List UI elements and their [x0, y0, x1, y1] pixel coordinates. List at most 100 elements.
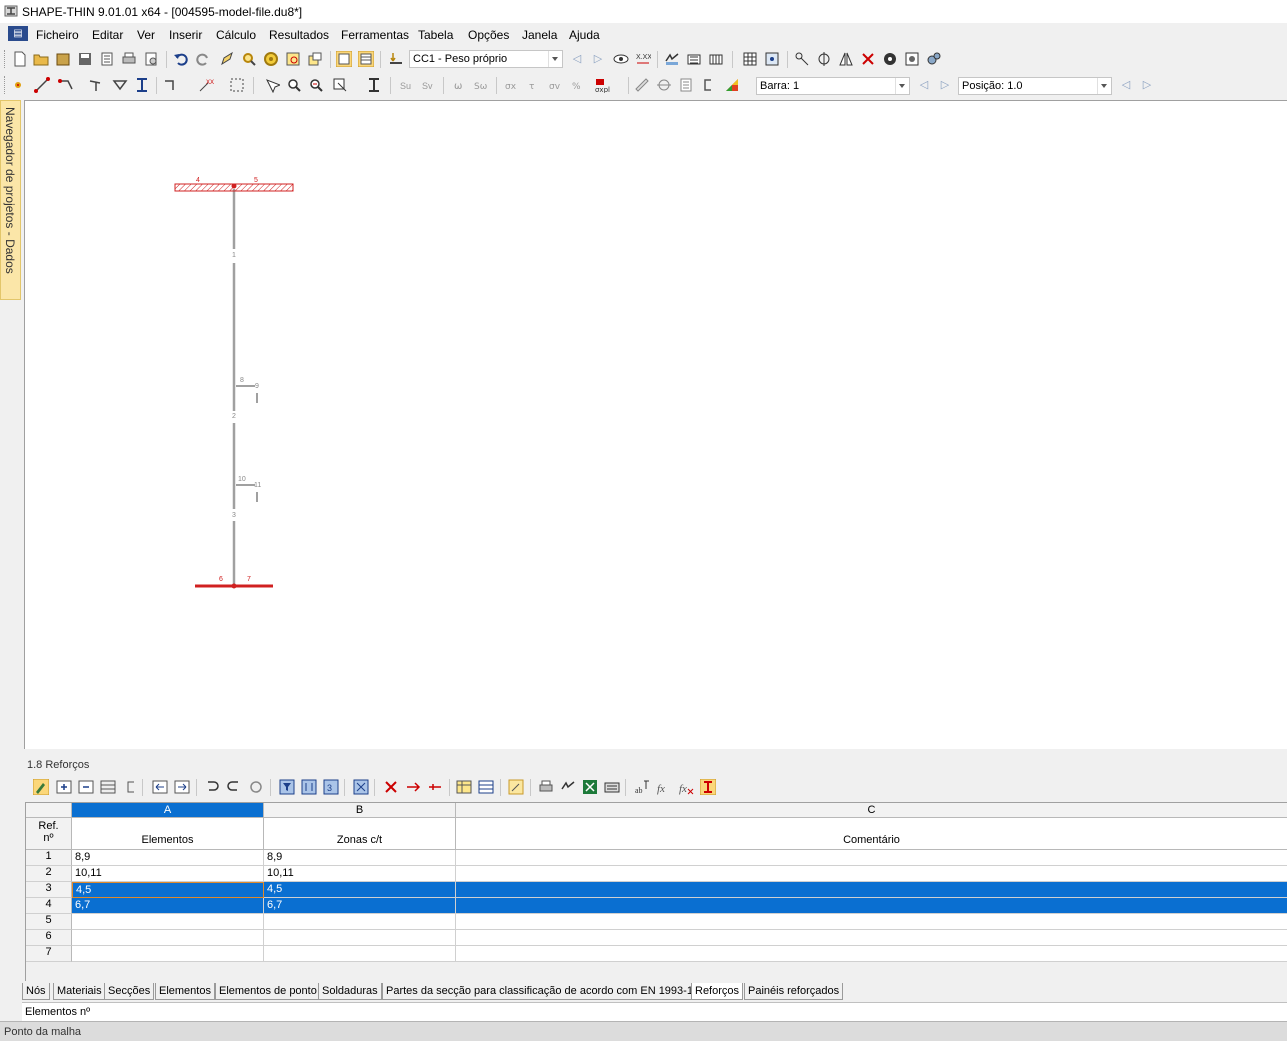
print-graphic-icon[interactable] [143, 51, 159, 67]
tab-reforcos[interactable]: Reforços [691, 983, 744, 1000]
column-header-zonas[interactable]: Zonas c/t [264, 818, 456, 850]
polyline-icon[interactable] [58, 77, 74, 93]
search-icon[interactable] [241, 51, 257, 67]
cell-comentario[interactable] [456, 914, 1287, 930]
redo-icon[interactable] [195, 51, 211, 67]
filter-icon[interactable] [279, 779, 295, 795]
chevron-down-icon[interactable] [548, 51, 562, 67]
toolbar-grip[interactable] [4, 50, 8, 68]
previous-load-case-icon[interactable]: ◁ [571, 52, 583, 66]
windows-icon[interactable] [307, 51, 323, 67]
node-icon[interactable] [10, 77, 26, 93]
sigma-v-icon[interactable]: σv [548, 77, 564, 93]
new-file-icon[interactable] [12, 51, 28, 67]
row-number[interactable]: 1 [26, 850, 72, 866]
mesh-icon[interactable] [742, 51, 758, 67]
centroid-icon[interactable] [656, 77, 672, 93]
snap-icon[interactable] [794, 51, 810, 67]
render-icon[interactable] [882, 51, 898, 67]
tab-seccoes[interactable]: Secções [104, 983, 155, 1000]
tau-icon[interactable]: τ [526, 77, 542, 93]
su-icon[interactable]: Su [398, 77, 414, 93]
menu-ajuda[interactable]: Ajuda [569, 28, 600, 42]
menu-tabela[interactable]: Tabela [418, 28, 453, 42]
graphics-window[interactable]: 4 5 6 7 8 9 10 11 1 2 3 [24, 100, 1287, 749]
comment-icon[interactable]: XX [198, 77, 214, 93]
cell-zonas[interactable]: 10,11 [264, 866, 456, 882]
row-view-icon[interactable] [478, 779, 494, 795]
cell-elementos[interactable] [72, 946, 264, 962]
previous-bar-icon[interactable]: ◁ [918, 78, 930, 92]
table-row-selected[interactable]: 3 4,5 4,5 [26, 882, 1287, 898]
guideline-icon[interactable] [229, 77, 245, 93]
chevron-down-icon[interactable] [1097, 78, 1111, 94]
s-omega-icon[interactable]: Sω [473, 77, 489, 93]
show-results-icon[interactable] [613, 51, 629, 67]
chevron-down-icon[interactable] [895, 78, 909, 94]
menu-ver[interactable]: Ver [137, 28, 155, 42]
plastic-icon[interactable]: σxpl [594, 77, 610, 93]
numbering-icon[interactable]: 3 [323, 779, 339, 795]
cell-elementos[interactable]: 10,11 [72, 866, 264, 882]
previous-position-icon[interactable]: ◁ [1120, 78, 1132, 92]
table-row[interactable]: 1 8,9 8,9 [26, 850, 1287, 866]
formula-icon[interactable]: fx [656, 779, 672, 795]
delete-icon[interactable] [860, 51, 876, 67]
zoom-out-icon[interactable] [308, 77, 324, 93]
printout-report-icon[interactable] [99, 51, 115, 67]
sigma-x-icon[interactable]: σx [504, 77, 520, 93]
sv-icon[interactable]: Sv [420, 77, 436, 93]
project-navigator-tab[interactable]: Navegador de projetos - Dados [0, 100, 21, 300]
keyboard-icon[interactable] [604, 779, 620, 795]
cell-elementos[interactable] [72, 930, 264, 946]
element-icon[interactable] [88, 77, 104, 93]
cell-zonas[interactable] [264, 946, 456, 962]
row-number[interactable]: 3 [26, 882, 72, 898]
load-case-select[interactable]: CC1 - Peso próprio [409, 50, 563, 68]
table-row[interactable]: 6 [26, 930, 1287, 946]
table-view-icon[interactable] [336, 51, 352, 67]
row-number[interactable]: 7 [26, 946, 72, 962]
cell-elementos[interactable]: 6,7 [72, 898, 264, 914]
column-letter-a[interactable]: A [72, 803, 264, 818]
next-load-case-icon[interactable]: ▷ [592, 52, 604, 66]
move-icon[interactable] [427, 779, 443, 795]
tab-soldaduras[interactable]: Soldaduras [318, 983, 382, 1000]
menu-ferramentas[interactable]: Ferramentas [341, 28, 409, 42]
section-table-icon[interactable] [708, 51, 724, 67]
gear-icon[interactable] [926, 51, 942, 67]
calculation-icon[interactable] [560, 779, 576, 795]
column-header-elementos[interactable]: Elementos [72, 818, 264, 850]
cell-zonas[interactable] [264, 930, 456, 946]
menu-opcoes[interactable]: Opções [468, 28, 509, 42]
column-view-icon[interactable] [456, 779, 472, 795]
bracket-icon[interactable] [700, 77, 716, 93]
table-row[interactable]: 7 [26, 946, 1287, 962]
cell-elementos[interactable] [72, 914, 264, 930]
undo-icon[interactable] [173, 51, 189, 67]
tab-paineis-reforcados[interactable]: Painéis reforçados [744, 983, 844, 1000]
refresh-icon[interactable] [248, 779, 264, 795]
omega-icon[interactable]: ω [451, 77, 467, 93]
ruler-icon[interactable] [634, 77, 650, 93]
delete-row-icon[interactable] [78, 779, 94, 795]
system-menu-icon[interactable]: ▤ [8, 26, 28, 41]
line-icon[interactable] [34, 77, 50, 93]
row-number[interactable]: 2 [26, 866, 72, 882]
menu-inserir[interactable]: Inserir [169, 28, 202, 42]
sort-icon[interactable] [301, 779, 317, 795]
menu-resultados[interactable]: Resultados [269, 28, 329, 42]
rotate-icon[interactable] [816, 51, 832, 67]
table-row[interactable]: 5 [26, 914, 1287, 930]
text-format-icon[interactable]: ab [634, 779, 650, 795]
tab-partes-da-seccao[interactable]: Partes da secção para classificação de a… [382, 983, 697, 1000]
column-header-comentario[interactable]: Comentário [456, 818, 1287, 850]
list-icon[interactable] [678, 77, 694, 93]
zoom-in-icon[interactable] [286, 77, 302, 93]
print-icon[interactable] [121, 51, 137, 67]
grid-points-icon[interactable] [764, 51, 780, 67]
undo-icon[interactable] [204, 779, 220, 795]
edit-cell-icon[interactable] [508, 779, 524, 795]
next-bar-icon[interactable]: ▷ [939, 78, 951, 92]
calculate-icon[interactable] [664, 51, 680, 67]
